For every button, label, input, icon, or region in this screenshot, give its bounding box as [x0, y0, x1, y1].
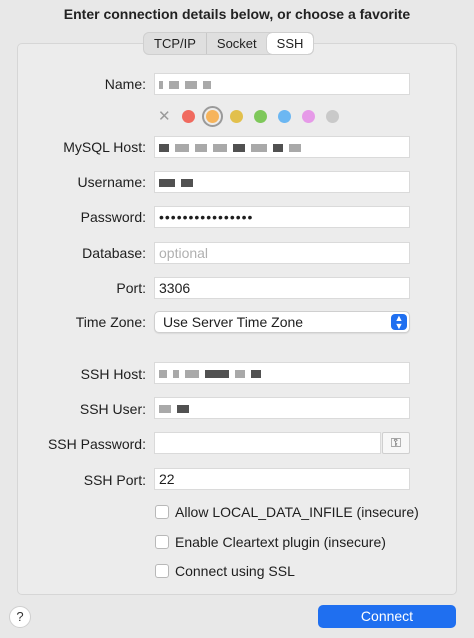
- password-label: Password:: [80, 209, 146, 225]
- enable-cleartext-checkbox[interactable]: Enable Cleartext plugin (insecure): [155, 534, 386, 550]
- allow-local-infile-checkbox[interactable]: Allow LOCAL_DATA_INFILE (insecure): [155, 504, 419, 520]
- timezone-value: Use Server Time Zone: [163, 314, 304, 330]
- color-swatch-gray[interactable]: [325, 109, 339, 123]
- name-label: Name:: [104, 76, 146, 92]
- database-field[interactable]: optional: [154, 242, 410, 264]
- ssh-password-label: SSH Password:: [47, 436, 146, 452]
- clear-color-icon[interactable]: ✕: [158, 109, 171, 124]
- redacted-text: [159, 81, 163, 90]
- username-label: Username:: [77, 174, 146, 190]
- color-swatch-orange[interactable]: [201, 105, 223, 127]
- redacted-text: [205, 370, 229, 379]
- connection-type-tabs: TCP/IP Socket SSH: [143, 32, 315, 55]
- password-field[interactable]: ••••••••••••••••: [154, 206, 410, 228]
- tab-tcp-ip[interactable]: TCP/IP: [144, 33, 207, 54]
- redacted-text: [273, 144, 283, 153]
- redacted-text: [159, 370, 167, 379]
- redacted-text: [195, 144, 207, 153]
- database-label: Database:: [82, 245, 146, 261]
- tab-socket[interactable]: Socket: [207, 33, 267, 54]
- tab-ssh[interactable]: SSH: [266, 33, 314, 54]
- redacted-text: [173, 370, 179, 379]
- timezone-select[interactable]: Use Server Time Zone ▲ ▼: [154, 311, 410, 333]
- redacted-text: [251, 144, 267, 153]
- redacted-text: [203, 81, 211, 90]
- ssh-port-field[interactable]: 22: [154, 468, 410, 490]
- username-field[interactable]: [154, 171, 410, 193]
- redacted-text: [213, 144, 227, 153]
- color-swatch-purple[interactable]: [301, 109, 315, 123]
- mysql-host-field[interactable]: [154, 136, 410, 158]
- checkbox-box[interactable]: [155, 535, 169, 549]
- redacted-text: [251, 370, 261, 379]
- checkbox-label: Enable Cleartext plugin (insecure): [175, 534, 386, 550]
- ssh-host-field[interactable]: [154, 362, 410, 384]
- mysql-host-label: MySQL Host:: [63, 139, 146, 155]
- color-swatch-green[interactable]: [253, 109, 267, 123]
- port-field[interactable]: 3306: [154, 277, 410, 299]
- redacted-text: [177, 405, 189, 414]
- name-field[interactable]: [154, 73, 410, 95]
- checkbox-box[interactable]: [155, 564, 169, 578]
- connect-button[interactable]: Connect: [318, 605, 456, 628]
- redacted-text: [235, 370, 245, 379]
- help-button[interactable]: ?: [9, 606, 31, 628]
- checkbox-label: Allow LOCAL_DATA_INFILE (insecure): [175, 504, 419, 520]
- favorite-color-picker: ✕: [158, 105, 350, 127]
- color-swatch-yellow[interactable]: [229, 109, 243, 123]
- redacted-text: [159, 144, 169, 153]
- color-swatch-red[interactable]: [181, 109, 195, 123]
- port-label: Port:: [116, 280, 146, 296]
- ssh-password-field[interactable]: [154, 432, 381, 454]
- timezone-label: Time Zone:: [75, 314, 146, 330]
- ssh-user-field[interactable]: [154, 397, 410, 419]
- checkbox-label: Connect using SSL: [175, 563, 295, 579]
- page-title: Enter connection details below, or choos…: [63, 6, 411, 22]
- redacted-text: [233, 144, 245, 153]
- redacted-text: [181, 179, 193, 188]
- key-icon[interactable]: ⚿: [382, 432, 410, 454]
- checkbox-box[interactable]: [155, 505, 169, 519]
- ssh-host-label: SSH Host:: [80, 366, 146, 382]
- redacted-text: [185, 81, 197, 90]
- redacted-text: [159, 179, 175, 188]
- redacted-text: [289, 144, 301, 153]
- redacted-text: [169, 81, 179, 90]
- redacted-text: [185, 370, 199, 379]
- redacted-text: [159, 405, 171, 414]
- ssh-port-label: SSH Port:: [83, 472, 146, 488]
- redacted-text: [175, 144, 189, 153]
- color-swatch-blue[interactable]: [277, 109, 291, 123]
- ssh-user-label: SSH User:: [79, 401, 146, 417]
- chevron-up-down-icon: ▲ ▼: [391, 314, 407, 331]
- connect-ssl-checkbox[interactable]: Connect using SSL: [155, 563, 295, 579]
